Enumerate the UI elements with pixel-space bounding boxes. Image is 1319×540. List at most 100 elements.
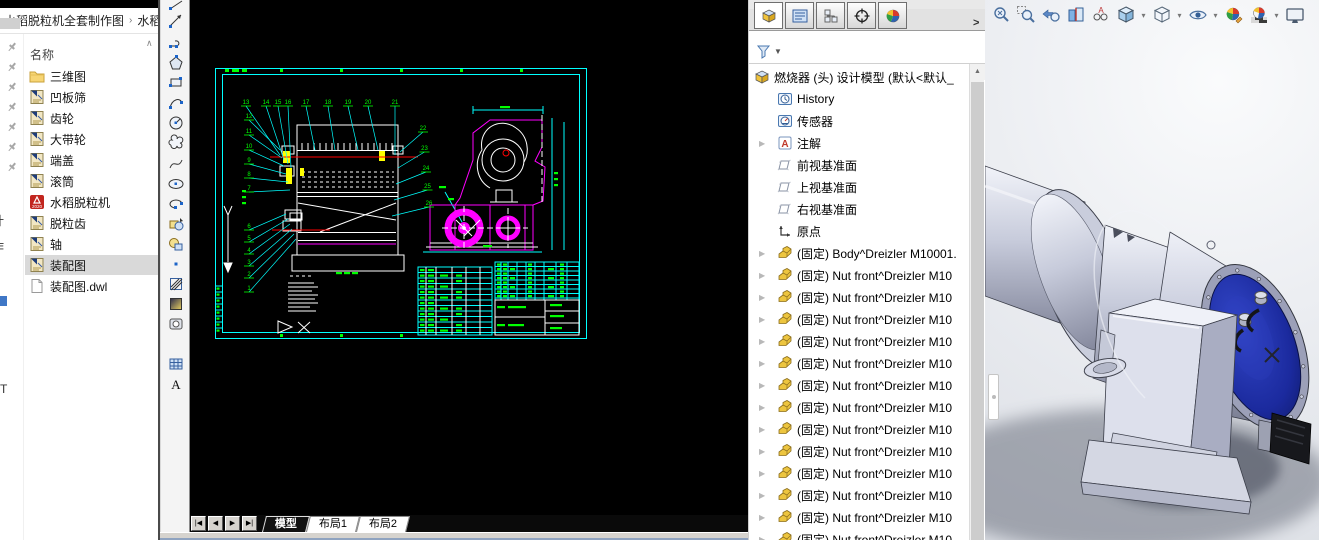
panel-tab-display-manager[interactable] [878, 2, 907, 29]
expand-arrow-icon[interactable]: ▶ [759, 469, 765, 478]
quick-access-pin-icon[interactable] [6, 60, 18, 72]
tree-item[interactable]: ▶ (固定) Nut front^Dreizler M10 [759, 396, 969, 418]
apply-scene-icon[interactable] [1247, 4, 1270, 26]
view-orientation-icon[interactable] [1114, 4, 1137, 26]
tree-item[interactable]: ▶ (固定) Body^Dreizler M10001. [759, 242, 969, 264]
expand-arrow-icon[interactable]: ▶ [759, 139, 765, 148]
cad-modelspace[interactable]: 13 14 15 16 17 18 19 20 21 22 23 24 25 26 12 11 10 9 8 7 6 5 4… [190, 0, 748, 515]
quick-access-pin-icon[interactable] [6, 160, 18, 172]
layout-tab-layout[interactable]: 布局1 [306, 516, 361, 532]
layout-nav-button[interactable]: |◀ [191, 516, 206, 531]
layout-nav-button[interactable]: ▶ [225, 516, 240, 531]
insert-block-icon[interactable] [166, 214, 186, 233]
viewport-splitter-handle[interactable] [988, 374, 999, 420]
column-header-name[interactable]: 名称 [30, 46, 54, 63]
filter-dropdown-caret[interactable]: ▼ [774, 47, 782, 56]
expand-arrow-icon[interactable]: ▶ [759, 249, 765, 258]
expand-arrow-icon[interactable]: ▶ [759, 535, 765, 540]
expand-arrow-icon[interactable]: ▶ [759, 447, 765, 456]
tree-item[interactable]: ▶ (固定) Nut front^Dreizler M10 [759, 528, 969, 540]
tree-item[interactable]: ▶ A 注解 [759, 132, 969, 154]
file-row[interactable]: 滚筒 [25, 171, 158, 191]
tree-item[interactable]: History [777, 88, 969, 110]
tree-item[interactable]: 前视基准面 [777, 154, 969, 176]
quick-access-pin-icon[interactable] [6, 100, 18, 112]
tree-item[interactable]: 原点 [777, 220, 969, 242]
expand-arrow-icon[interactable]: ▶ [759, 271, 765, 280]
expand-arrow-icon[interactable]: ▶ [759, 425, 765, 434]
dropdown-caret-icon[interactable]: ▾ [1272, 11, 1281, 20]
collapse-chevron-icon[interactable]: ∧ [146, 38, 153, 49]
polyline-icon[interactable] [166, 33, 186, 52]
tree-item[interactable]: ▶ (固定) Nut front^Dreizler M10 [759, 418, 969, 440]
breadcrumb-segment-next[interactable]: 水稻 [137, 12, 158, 29]
panel-tab-dimxpert[interactable] [847, 2, 876, 29]
panel-tab-configuration-manager[interactable] [816, 2, 845, 29]
tree-item[interactable]: 上视基准面 [777, 176, 969, 198]
tree-item[interactable]: ▶ (固定) Nut front^Dreizler M10 [759, 330, 969, 352]
view-settings-icon[interactable] [1283, 4, 1306, 26]
display-style-icon[interactable] [1150, 4, 1173, 26]
quick-access-pin-icon[interactable] [6, 40, 18, 52]
tree-item[interactable]: ▶ (固定) Nut front^Dreizler M10 [759, 264, 969, 286]
construction-line-partial-icon[interactable] [166, 0, 186, 11]
make-block-icon[interactable] [166, 234, 186, 253]
expand-arrow-icon[interactable]: ▶ [759, 315, 765, 324]
dropdown-caret-icon[interactable]: ▾ [1211, 11, 1220, 20]
region-icon[interactable] [166, 314, 186, 333]
file-row[interactable]: 装配图.dwl [25, 276, 158, 296]
expand-arrow-icon[interactable]: ▶ [759, 359, 765, 368]
ellipse-arc-icon[interactable] [166, 194, 186, 213]
polygon-icon[interactable] [166, 53, 186, 72]
tree-item[interactable]: ▶ (固定) Nut front^Dreizler M10 [759, 352, 969, 374]
breadcrumb[interactable]: 水稻脱粒机全套制作图 › 水稻 [0, 8, 158, 34]
tree-filter-bar[interactable]: ▼ [749, 40, 986, 64]
tree-root-item[interactable]: 燃烧器 (头) 设计模型 (默认<默认_ [754, 66, 969, 88]
tree-scrollbar[interactable]: ▲ [969, 64, 985, 540]
layout-nav-button[interactable]: ◀ [208, 516, 223, 531]
tree-item[interactable]: ▶ (固定) Nut front^Dreizler M10 [759, 286, 969, 308]
tree-item[interactable]: ▶ (固定) Nut front^Dreizler M10 [759, 374, 969, 396]
edit-appearance-icon[interactable] [1222, 4, 1245, 26]
file-row[interactable]: 端盖 [25, 150, 158, 170]
tree-item[interactable]: ▶ (固定) Nut front^Dreizler M10 [759, 484, 969, 506]
expand-arrow-icon[interactable]: ▶ [759, 491, 765, 500]
circle-icon[interactable] [166, 113, 186, 132]
quick-access-pin-icon[interactable] [6, 120, 18, 132]
file-row-selected[interactable]: 装配图 [25, 255, 158, 275]
layout-tab-model-active[interactable]: 模型 [262, 516, 310, 532]
hatch-icon[interactable] [166, 274, 186, 293]
file-row[interactable]: 轴 [25, 234, 158, 254]
previous-view-icon[interactable] [1039, 4, 1062, 26]
line-icon[interactable] [166, 11, 186, 30]
file-row[interactable]: 齿轮 [25, 108, 158, 128]
file-row[interactable]: 三维图 [25, 66, 158, 86]
layout-nav-button[interactable]: ▶| [242, 516, 257, 531]
tabs-overflow-arrow[interactable]: > [973, 17, 979, 29]
gradient-icon[interactable] [166, 294, 186, 313]
tree-item[interactable]: ▶ (固定) Nut front^Dreizler M10 [759, 506, 969, 528]
ellipse-icon[interactable] [166, 174, 186, 193]
zoom-to-fit-icon[interactable] [989, 4, 1012, 26]
tree-item[interactable]: 传感器 [777, 110, 969, 132]
expand-arrow-icon[interactable]: ▶ [759, 513, 765, 522]
tree-item[interactable]: 右视基准面 [777, 198, 969, 220]
quick-access-pin-icon[interactable] [6, 80, 18, 92]
breadcrumb-segment[interactable]: 水稻脱粒机全套制作图 [4, 12, 124, 29]
spline-icon[interactable] [166, 154, 186, 173]
section-view-icon[interactable] [1064, 4, 1087, 26]
expand-arrow-icon[interactable]: ▶ [759, 293, 765, 302]
tree-item[interactable]: ▶ (固定) Nut front^Dreizler M10 [759, 440, 969, 462]
expand-arrow-icon[interactable]: ▶ [759, 403, 765, 412]
layout-tab-layout[interactable]: 布局2 [356, 516, 411, 532]
panel-tab-propertymanager[interactable] [785, 2, 814, 29]
quick-access-pin-icon[interactable] [6, 140, 18, 152]
3d-viewport[interactable] [985, 0, 1319, 540]
scrollbar-up-arrow[interactable]: ▲ [970, 64, 985, 80]
point-icon[interactable] [166, 254, 186, 273]
table-icon[interactable] [166, 354, 186, 373]
expand-arrow-icon[interactable]: ▶ [759, 337, 765, 346]
arc-icon[interactable] [166, 93, 186, 112]
tree-item[interactable]: ▶ (固定) Nut front^Dreizler M10 [759, 308, 969, 330]
dropdown-caret-icon[interactable]: ▾ [1175, 11, 1184, 20]
